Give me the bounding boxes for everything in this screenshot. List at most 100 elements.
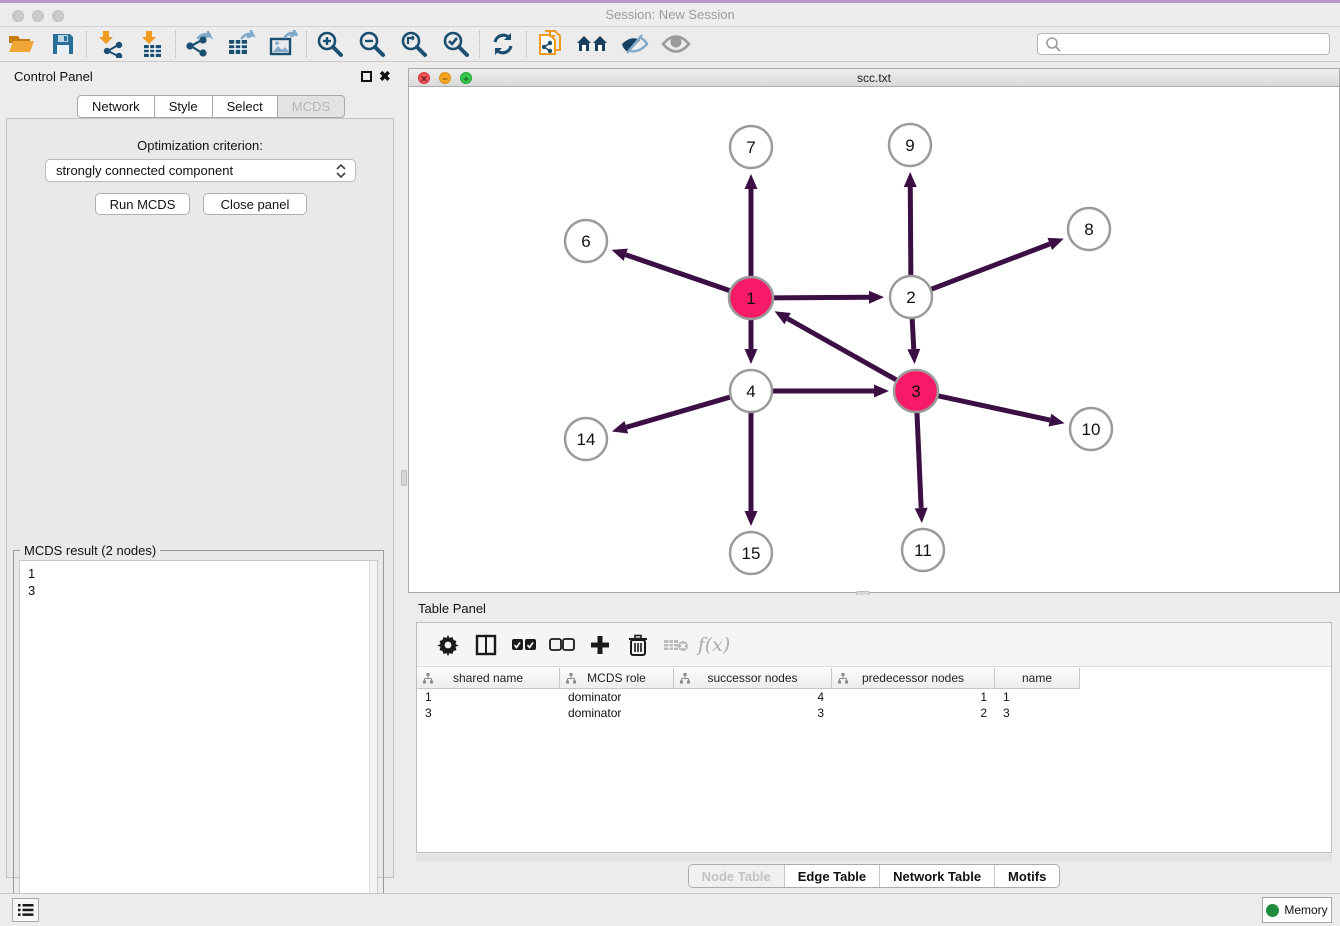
result-scrollbar[interactable] [369,561,377,921]
export-network-button[interactable] [178,28,220,60]
cell-shared-name[interactable]: 3 [417,705,560,721]
tab-style[interactable]: Style [155,95,213,118]
graph-edge-1-2[interactable] [770,297,869,298]
tab-network[interactable]: Network [77,95,155,118]
search-input[interactable] [1064,35,1329,53]
graph-edge-4-14[interactable] [626,396,732,427]
zoom-out-button[interactable] [351,28,393,60]
column-header-mcds-role[interactable]: MCDS role [560,668,674,689]
graph-node-label-9: 9 [905,136,914,155]
network-window-titlebar[interactable]: ✕ − + scc.txt [409,69,1339,87]
optimization-criterion-label: Optimization criterion: [7,138,393,153]
tab-motifs[interactable]: Motifs [995,865,1059,887]
float-panel-icon[interactable] [361,71,372,82]
export-table-button[interactable] [220,28,262,60]
show-panels-button[interactable] [655,28,697,60]
graph-edge-2-8[interactable] [929,244,1050,290]
cell-predecessor-nodes[interactable]: 1 [832,689,995,705]
graph-edge-arrowhead [612,249,628,261]
gear-icon [437,634,459,656]
refresh-view-button[interactable] [482,28,524,60]
open-session-button[interactable] [0,28,42,60]
column-label: name [1022,671,1052,685]
column-header-predecessor-nodes[interactable]: predecessor nodes [832,668,995,689]
homes-icon [576,32,608,56]
graph-edge-arrowhead [745,174,758,189]
zoom-selected-button[interactable] [435,28,477,60]
mcds-result-group: MCDS result (2 nodes) 1 3 [13,550,384,926]
graph-edge-1-6[interactable] [626,255,733,292]
result-item: 1 [28,565,369,582]
export-network-icon [184,30,214,58]
function-builder-button[interactable]: f(x) [695,629,733,661]
import-network-button[interactable] [89,28,131,60]
graph-node-label-2: 2 [906,288,915,307]
column-header-name[interactable]: name [995,668,1080,689]
task-history-button[interactable] [12,898,39,922]
select-all-button[interactable] [505,629,543,661]
tab-network-table[interactable]: Network Table [880,865,995,887]
zoom-in-button[interactable] [309,28,351,60]
tab-edge-table[interactable]: Edge Table [785,865,880,887]
delete-column-button[interactable] [619,629,657,661]
column-header-successor-nodes[interactable]: successor nodes [674,668,832,689]
graph-edge-3-1[interactable] [788,319,900,382]
tab-mcds[interactable]: MCDS [278,95,345,118]
run-mcds-button[interactable]: Run MCDS [95,193,190,215]
toolbar-separator [479,31,480,57]
graph-edge-3-10[interactable] [935,395,1050,420]
zoom-in-icon [316,30,344,58]
close-panel-icon[interactable]: ✖ [379,71,391,82]
vertical-splitter[interactable] [400,62,408,893]
tab-node-table[interactable]: Node Table [689,865,785,887]
network-graph[interactable]: 1234678910111415 [409,87,1339,592]
zoom-fit-button[interactable] [393,28,435,60]
memory-status-icon [1266,904,1279,917]
table-settings-button[interactable] [429,629,467,661]
hide-panels-button[interactable] [613,28,655,60]
table-scroll-strip[interactable] [416,854,1332,862]
import-table-button[interactable] [131,28,173,60]
graph-edge-arrowhead [612,421,628,433]
control-panel-title: Control Panel [14,69,93,84]
cell-name[interactable]: 3 [995,705,1080,721]
graph-edge-2-3[interactable] [912,316,914,349]
cell-mcds-role[interactable]: dominator [560,705,674,721]
deselect-all-button[interactable] [543,629,581,661]
mcds-result-list: 1 3 [20,561,377,603]
graph-node-label-3: 3 [911,382,920,401]
toolbar-separator [86,31,87,57]
delete-table-button[interactable] [657,629,695,661]
control-panel-tabs: Network Style Select MCDS [77,95,345,118]
save-session-button[interactable] [42,28,84,60]
criterion-dropdown[interactable]: strongly connected component [45,159,356,182]
memory-button[interactable]: Memory [1262,897,1332,923]
cell-successor-nodes[interactable]: 4 [674,689,832,705]
network-canvas[interactable]: 1234678910111415 [409,87,1339,592]
cell-mcds-role[interactable]: dominator [560,689,674,705]
home-layout-button[interactable] [571,28,613,60]
cell-predecessor-nodes[interactable]: 2 [832,705,995,721]
close-panel-button[interactable]: Close panel [203,193,307,215]
mcds-result-box[interactable]: 1 3 [19,560,378,922]
add-column-button[interactable] [581,629,619,661]
export-image-button[interactable] [262,28,304,60]
column-layout-button[interactable] [467,629,505,661]
table-row[interactable]: 1 dominator 4 1 1 [417,689,1331,705]
cell-successor-nodes[interactable]: 3 [674,705,832,721]
table-row[interactable]: 3 dominator 3 2 3 [417,705,1331,721]
splitter-grip[interactable] [401,470,407,486]
tab-select[interactable]: Select [213,95,278,118]
search-box[interactable] [1037,33,1330,55]
cell-name[interactable]: 1 [995,689,1080,705]
open-folder-icon [7,32,35,56]
graph-edge-arrowhead [1047,238,1063,250]
graph-node-label-15: 15 [742,544,761,563]
graph-edge-2-9[interactable] [910,187,911,278]
column-header-shared-name[interactable]: shared name [417,668,560,689]
graph-edge-3-11[interactable] [917,410,921,508]
graph-node-label-11: 11 [914,541,932,560]
export-image-icon [268,30,298,58]
clone-network-button[interactable] [529,28,571,60]
cell-shared-name[interactable]: 1 [417,689,560,705]
